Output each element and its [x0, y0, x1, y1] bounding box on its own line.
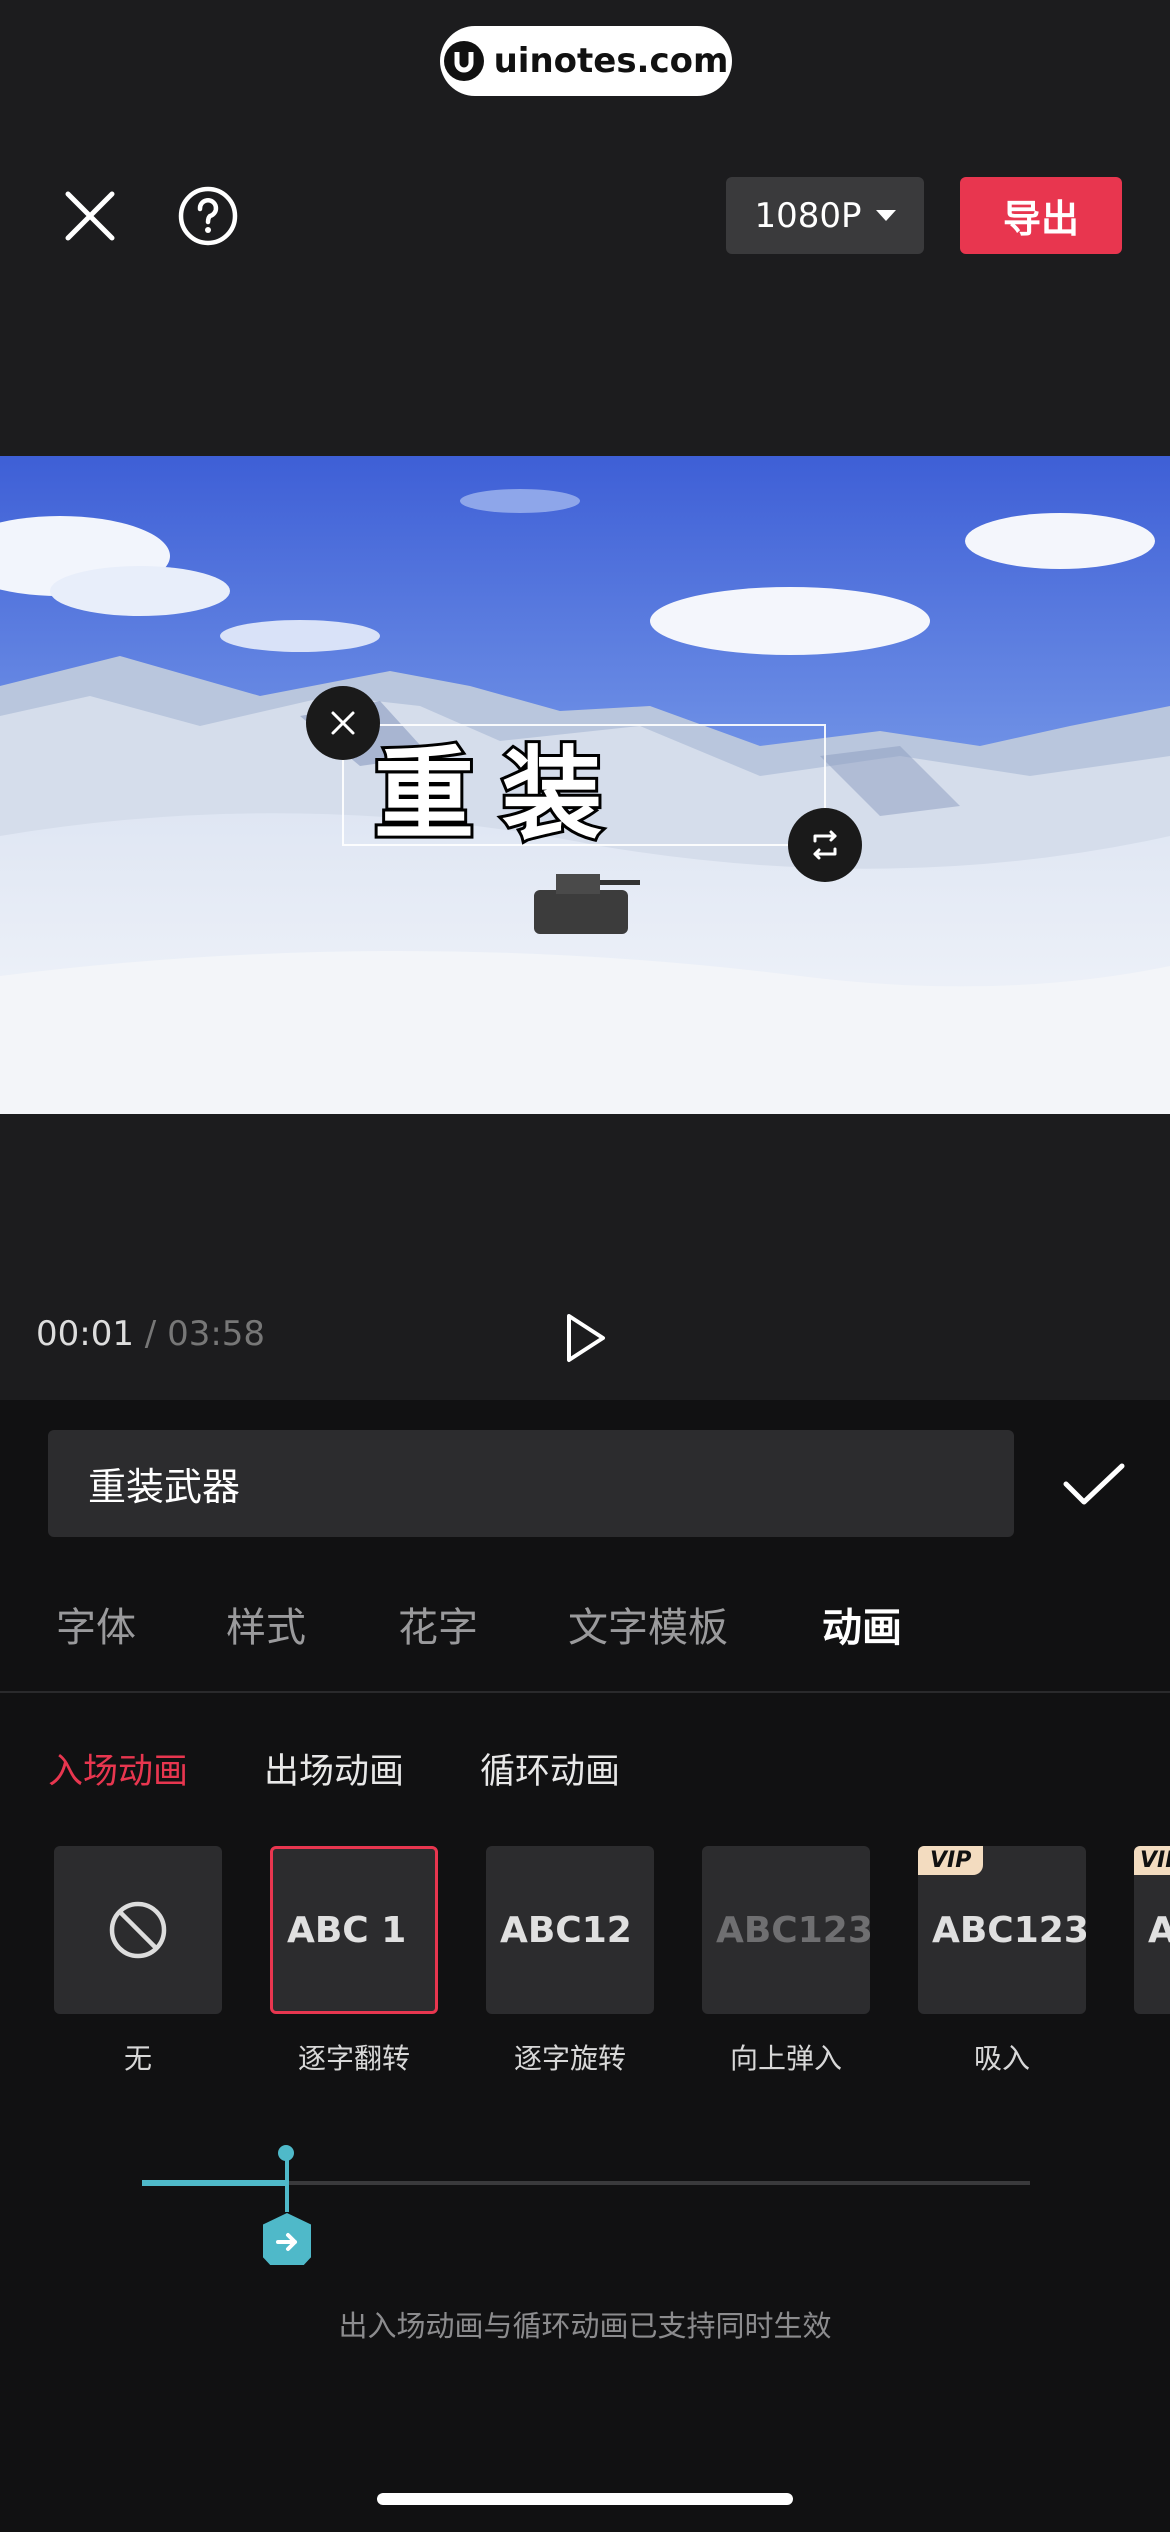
watermark-text: uinotes.com [493, 41, 729, 81]
duration-slider-line [285, 2152, 289, 2212]
animation-preview-text: A [1148, 1909, 1170, 1951]
rotate-scale-icon[interactable] [788, 808, 862, 882]
text-input-value: 重装武器 [88, 1465, 241, 1509]
delete-text-icon[interactable] [306, 686, 380, 760]
text-input[interactable]: 重装武器 [48, 1430, 1014, 1537]
current-time: 00:01 [36, 1314, 134, 1354]
watermark-logo-icon [443, 41, 484, 81]
none-icon [109, 1901, 167, 1959]
vip-badge: VIP [1134, 1846, 1170, 1875]
animation-char-flip[interactable]: ABC 1 [270, 1846, 438, 2014]
animation-preview-text: ABC123 [932, 1909, 1086, 1951]
duration-slider-dot [278, 2145, 294, 2161]
confirm-check-icon[interactable] [1058, 1454, 1130, 1514]
chevron-down-icon [875, 210, 896, 221]
tab-animation[interactable]: 动画 [822, 1595, 902, 1653]
play-icon[interactable] [560, 1308, 610, 1368]
animation-char-rotate[interactable]: ABC12 [486, 1846, 654, 2014]
resolution-dropdown[interactable]: 1080P [726, 177, 924, 254]
subtab-in-animation[interactable]: 入场动画 [48, 1743, 188, 1794]
animation-none[interactable] [54, 1846, 222, 2014]
animation-next-partial[interactable]: VIP A [1134, 1846, 1170, 2014]
hint-text: 出入场动画与循环动画已支持同时生效 [338, 2309, 832, 2343]
animation-bounce-up-label: 向上弹入 [729, 2042, 842, 2075]
close-icon[interactable] [56, 182, 124, 250]
subtab-out-animation[interactable]: 出场动画 [264, 1743, 404, 1794]
watermark: uinotes.com [440, 26, 732, 96]
vip-badge: VIP [918, 1846, 984, 1875]
tab-text-template[interactable]: 文字模板 [568, 1595, 728, 1653]
animation-bounce-up[interactable]: ABC123 [702, 1846, 870, 2014]
home-indicator[interactable] [377, 2493, 793, 2505]
animation-char-rotate-label: 逐字旋转 [513, 2042, 626, 2075]
animation-preview-text: ABC 1 [287, 1909, 407, 1951]
resolution-label: 1080P [754, 195, 862, 236]
export-button[interactable]: 导出 [960, 177, 1122, 254]
arrow-right-icon [276, 2233, 297, 2251]
animation-preview-text: ABC12 [500, 1909, 632, 1951]
text-overlay-box[interactable]: 重装 [342, 724, 826, 856]
divider [0, 1691, 1170, 1693]
tab-font[interactable]: 字体 [56, 1595, 136, 1653]
animation-absorb-label: 吸入 [973, 2042, 1030, 2075]
time-separator: / [144, 1314, 157, 1354]
tab-style[interactable]: 样式 [226, 1595, 306, 1653]
animation-none-label: 无 [123, 2042, 152, 2075]
total-time: 03:58 [167, 1314, 266, 1354]
animation-char-flip-label: 逐字翻转 [297, 2042, 410, 2075]
tab-fancy-text[interactable]: 花字 [398, 1595, 478, 1653]
animation-absorb[interactable]: VIP ABC123 [918, 1846, 1086, 2014]
playback-time: 00:01 / 03:58 [36, 1314, 265, 1354]
text-overlay: 重装 [371, 733, 630, 856]
duration-slider-fill [142, 2180, 288, 2186]
subtab-loop-animation[interactable]: 循环动画 [480, 1743, 620, 1794]
animation-preview-text: ABC123 [716, 1909, 870, 1951]
help-icon[interactable] [174, 182, 242, 250]
